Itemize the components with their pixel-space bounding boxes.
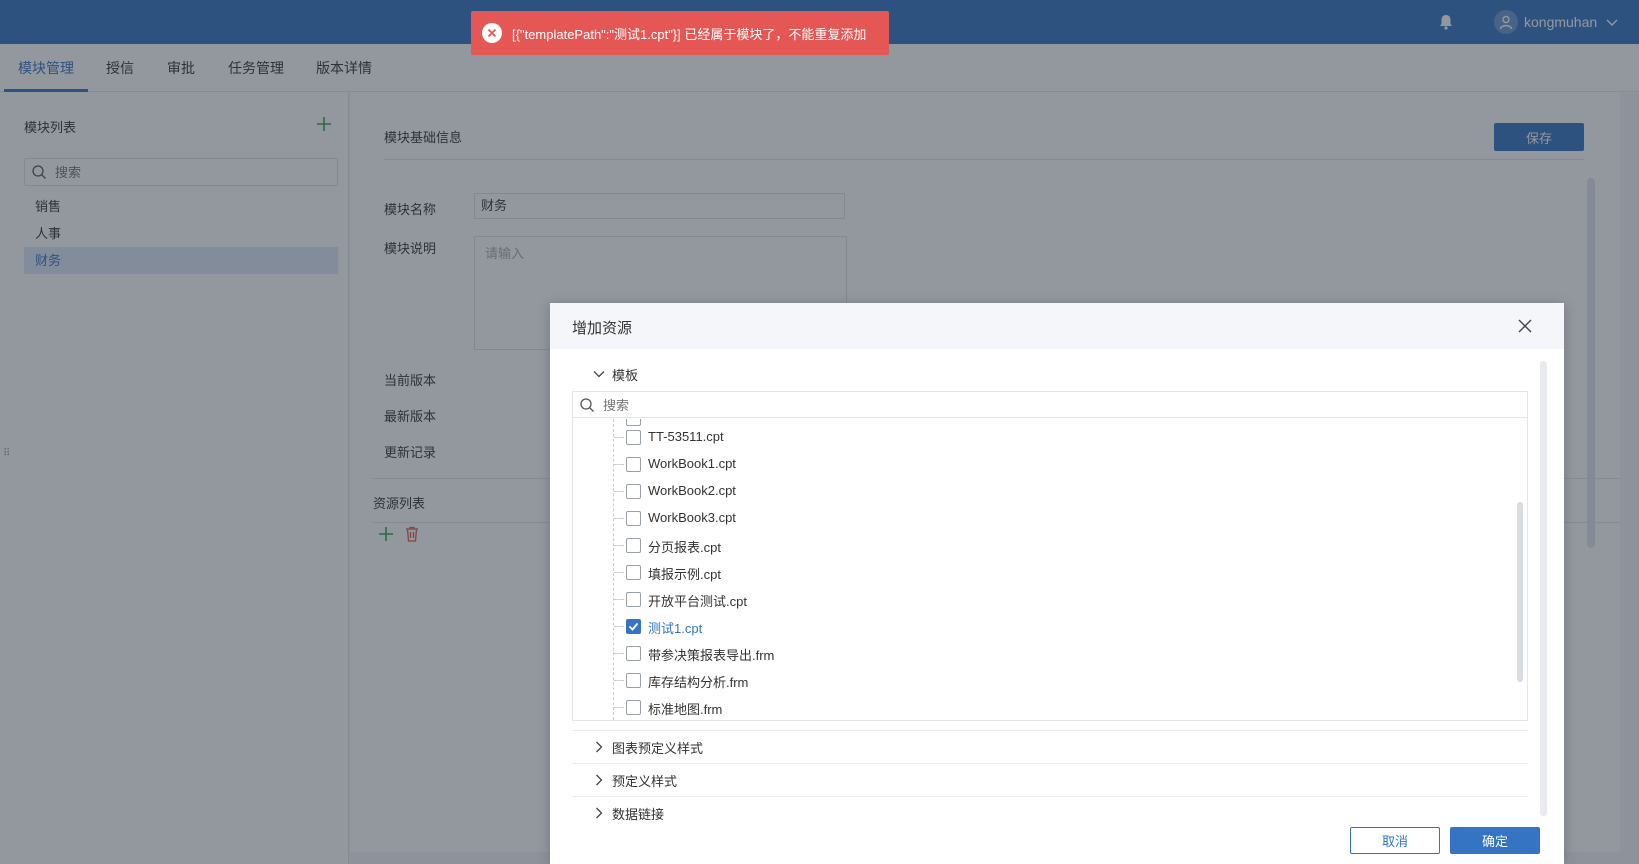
tree-row[interactable]: WorkBook1.cpt [573,451,1513,478]
error-toast-message: [{"templatePath":"测试1.cpt"}] 已经属于模块了，不能重… [512,26,867,42]
template-tree: TT-53511.cpt WorkBook1.cpt WorkBook2.cpt… [572,391,1528,721]
tree-row[interactable]: 标准地图.frm [573,694,1513,720]
tree-row[interactable]: 库存结构分析.frm [573,667,1513,694]
template-checkbox[interactable] [626,646,641,661]
tree-row[interactable]: 开放平台测试.cpt [573,586,1513,613]
dialog-title: 增加资源 [572,320,633,337]
template-checkbox[interactable] [626,673,641,688]
confirm-button[interactable]: 确定 [1450,827,1540,854]
chevron-right-icon [596,741,603,753]
dialog-header: 增加资源 [550,303,1564,349]
close-icon[interactable] [1516,317,1534,335]
template-name[interactable]: WorkBook1.cpt [648,456,736,471]
template-name[interactable]: 库存结构分析.frm [648,672,748,691]
dialog-scrollbar[interactable] [1540,361,1547,816]
template-search-input[interactable] [603,396,1403,414]
tree-row[interactable]: WorkBook3.cpt [573,505,1513,532]
add-resource-dialog: 增加资源 模板 搜索 TT-53511.cpt WorkBook1.cpt Wo… [550,303,1564,864]
template-name[interactable]: 带参决策报表导出.frm [648,645,774,664]
template-name[interactable]: TT-53511.cpt [648,429,724,444]
search-icon [580,398,594,412]
error-toast: [{"templatePath":"测试1.cpt"}] 已经属于模块了，不能重… [471,11,889,55]
tree-row[interactable]: 分页报表.cpt [573,532,1513,559]
template-tree-list: TT-53511.cpt WorkBook1.cpt WorkBook2.cpt… [573,419,1513,720]
template-checkbox-checked[interactable] [626,619,641,634]
template-name[interactable]: 填报示例.cpt [648,564,721,583]
group-label-chart-styles: 图表预定义样式 [612,740,704,756]
chevron-right-icon [596,774,603,786]
template-name[interactable]: WorkBook3.cpt [648,510,736,525]
template-checkbox[interactable] [626,484,641,499]
group-label-data-connections: 数据链接 [612,806,665,822]
template-checkbox[interactable] [626,430,641,445]
chevron-down-icon [593,371,605,378]
template-search [573,392,1527,418]
chevron-right-icon [596,807,603,819]
group-header-chart-styles[interactable]: 图表预定义样式 [572,731,1528,763]
template-checkbox[interactable] [626,700,641,715]
tree-row[interactable]: 带参决策报表导出.frm [573,640,1513,667]
template-name[interactable]: 开放平台测试.cpt [648,591,747,610]
group-label-predefined-styles: 预定义样式 [612,773,678,789]
checkmark-icon [628,622,639,631]
template-name[interactable]: 分页报表.cpt [648,537,721,556]
template-checkbox[interactable] [626,565,641,580]
template-checkbox[interactable] [626,538,641,553]
template-checkbox[interactable] [626,592,641,607]
cancel-button[interactable]: 取消 [1350,827,1440,854]
tree-row[interactable]: TT-53511.cpt [573,424,1513,451]
group-header-predefined-styles[interactable]: 预定义样式 [572,764,1528,796]
template-name[interactable]: WorkBook2.cpt [648,483,736,498]
group-header-templates[interactable]: 模板 [572,358,1528,390]
group-header-data-connections[interactable]: 数据链接 [572,797,1528,829]
tree-row-selected[interactable]: 测试1.cpt [573,613,1513,640]
template-name[interactable]: 测试1.cpt [648,618,702,637]
tree-scrollbar[interactable] [1517,502,1523,682]
template-checkbox[interactable] [626,457,641,472]
template-name[interactable]: 标准地图.frm [648,699,722,718]
template-checkbox[interactable] [626,511,641,526]
tree-row[interactable]: 填报示例.cpt [573,559,1513,586]
error-circle-icon [482,23,502,43]
group-label-templates: 模板 [612,367,639,383]
tree-row[interactable]: WorkBook2.cpt [573,478,1513,505]
